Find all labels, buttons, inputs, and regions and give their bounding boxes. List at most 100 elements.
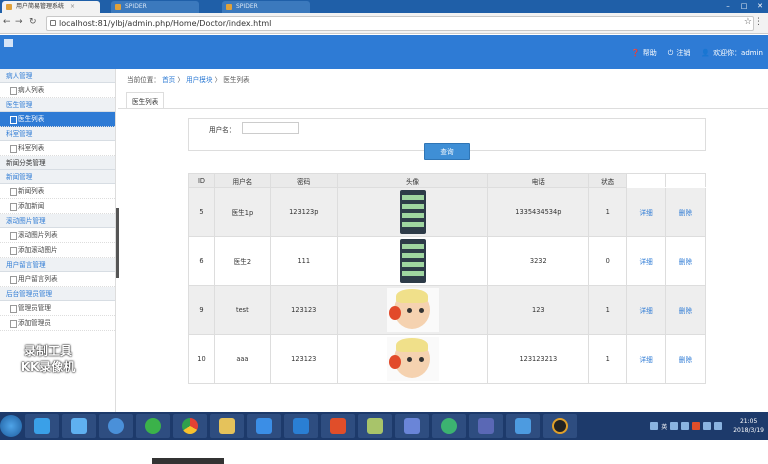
start-button[interactable] <box>0 415 22 437</box>
username-label: 用户名： <box>209 126 236 134</box>
detail-link[interactable]: 详细 <box>640 307 653 315</box>
sidebar-group-patients[interactable]: 病人管理 <box>0 69 115 83</box>
cell-delete: 删除 <box>665 187 706 237</box>
detail-link[interactable]: 详细 <box>640 258 653 266</box>
taskbar-app-1[interactable] <box>25 414 59 438</box>
logout-link[interactable]: ⏻ 注销 <box>668 48 691 58</box>
delete-link[interactable]: 删除 <box>679 258 692 266</box>
sidebar-group-departments[interactable]: 科室管理 <box>0 127 115 141</box>
window-controls: – □ ✕ <box>720 0 768 12</box>
tab-title: SPIDER <box>236 3 258 10</box>
taskbar-php-icon[interactable] <box>469 414 503 438</box>
help-link[interactable]: ❓ 帮助 <box>631 48 657 58</box>
sidebar-group-messages[interactable]: 用户留言管理 <box>0 258 115 272</box>
cell-username: aaa <box>213 334 271 384</box>
bookmark-star-icon[interactable]: ☆ <box>744 17 752 27</box>
taskbar-app-9[interactable] <box>321 414 355 438</box>
tab-doctor-list[interactable]: 医生列表 <box>126 92 165 109</box>
cell-status: 0 <box>588 236 628 286</box>
sidebar-item-add-carousel[interactable]: 添加滚动图片 <box>0 243 115 258</box>
tray-icon[interactable] <box>692 422 701 430</box>
favicon-icon <box>6 4 12 10</box>
network-icon[interactable] <box>703 422 712 430</box>
taskbar-app-3[interactable] <box>99 414 133 438</box>
table-row: 6 医生2 111 3232 0 详细 删除 <box>188 236 706 286</box>
taskbar-recorder-icon[interactable] <box>543 414 577 438</box>
breadcrumb-home-link[interactable]: 首页 <box>162 76 175 84</box>
taskbar-app-11[interactable] <box>395 414 429 438</box>
delete-link[interactable]: 删除 <box>679 356 692 364</box>
delete-link[interactable]: 删除 <box>679 209 692 217</box>
sidebar-group-admins[interactable]: 后台管理员管理 <box>0 287 115 301</box>
volume-icon[interactable] <box>714 422 723 430</box>
browser-tab[interactable]: SPIDER <box>222 1 310 13</box>
taskbar-wechat-icon[interactable] <box>432 414 466 438</box>
taskbar-explorer-icon[interactable] <box>210 414 244 438</box>
recorder-watermark: 录制工具 KK录像机 <box>8 343 88 375</box>
tray-icon[interactable] <box>670 422 679 430</box>
cell-id: 6 <box>188 236 215 286</box>
user-link[interactable]: 👤 欢迎你：admin <box>701 48 763 58</box>
sidebar-item-add-admin[interactable]: 添加管理员 <box>0 316 115 331</box>
sidebar-item-patient-list[interactable]: 病人列表 <box>0 83 115 98</box>
maximize-icon[interactable]: □ <box>736 0 752 12</box>
browser-tab-strip: 用户简易管理系统 × SPIDER SPIDER – □ ✕ <box>0 0 768 13</box>
col-password: 密码 <box>269 173 338 188</box>
taskbar-app-8[interactable] <box>284 414 318 438</box>
detail-link[interactable]: 详细 <box>640 356 653 364</box>
table-row: 9 test 123123 123 1 详细 删除 <box>188 285 706 335</box>
main-content: 当前位置： 首页 〉 用户模块 〉 医生列表 医生列表 用户名： 查询 ID 用… <box>118 69 768 412</box>
browser-menu-icon[interactable]: ⋮ <box>754 17 763 27</box>
back-icon[interactable]: ← <box>3 17 11 27</box>
delete-link[interactable]: 删除 <box>679 307 692 315</box>
app-header: ❓ 帮助 ⏻ 注销 👤 欢迎你：admin <box>0 35 768 69</box>
sidebar-item-add-news[interactable]: 添加新闻 <box>0 199 115 214</box>
breadcrumb-current: 医生列表 <box>223 76 250 84</box>
col-detail <box>626 173 667 188</box>
cell-password: 123123p <box>269 187 338 237</box>
taskbar-clock[interactable]: 21:05 2018/3/19 <box>733 417 764 435</box>
cell-id: 10 <box>188 334 215 384</box>
close-tab-icon[interactable]: × <box>70 3 75 10</box>
taskbar-app-10[interactable] <box>358 414 392 438</box>
tray-icon[interactable] <box>650 422 659 430</box>
taskbar-app-2[interactable] <box>62 414 96 438</box>
col-id: ID <box>188 173 215 188</box>
url-input[interactable]: localhost:81/ylbj/admin.php/Home/Doctor/… <box>46 16 754 31</box>
minimize-icon[interactable]: – <box>720 0 736 12</box>
sidebar-group-news[interactable]: 新闻管理 <box>0 170 115 184</box>
taskbar-app-4[interactable] <box>136 414 170 438</box>
detail-link[interactable]: 详细 <box>640 209 653 217</box>
url-text: localhost:81/ylbj/admin.php/Home/Doctor/… <box>59 19 272 28</box>
sidebar-group-news-categories[interactable]: 新闻分类管理 <box>0 156 115 170</box>
username-search-input[interactable] <box>242 122 299 134</box>
help-icon: ❓ <box>631 49 640 57</box>
reload-icon[interactable]: ↻ <box>29 17 37 27</box>
sidebar-item-admin-manage[interactable]: 管理员管理 <box>0 301 115 316</box>
help-label: 帮助 <box>642 49 657 57</box>
taskbar-app-7[interactable] <box>247 414 281 438</box>
close-window-icon[interactable]: ✕ <box>752 0 768 12</box>
cell-delete: 删除 <box>665 334 706 384</box>
cell-username: 医生2 <box>213 236 271 286</box>
forward-icon[interactable]: → <box>15 17 23 27</box>
taskbar-chrome-icon[interactable] <box>173 414 207 438</box>
ime-indicator[interactable]: 英 <box>661 422 667 431</box>
sidebar-group-carousel[interactable]: 滚动图片管理 <box>0 214 115 228</box>
browser-tab[interactable]: SPIDER <box>111 1 199 13</box>
sidebar-item-news-list[interactable]: 新闻列表 <box>0 184 115 199</box>
sidebar-item-message-list[interactable]: 用户留言列表 <box>0 272 115 287</box>
sidebar-item-carousel-list[interactable]: 滚动图片列表 <box>0 228 115 243</box>
sidebar-item-doctor-list[interactable]: 医生列表 <box>0 112 115 127</box>
breadcrumb-section-link[interactable]: 用户模块 <box>186 76 212 84</box>
logout-icon: ⏻ <box>667 48 674 57</box>
tray-icon[interactable] <box>681 422 690 430</box>
sidebar-item-department-list[interactable]: 科室列表 <box>0 141 115 156</box>
browser-tab-active[interactable]: 用户简易管理系统 × <box>2 1 100 13</box>
tab-title: 用户简易管理系统 <box>16 3 65 10</box>
cell-detail: 详细 <box>626 187 667 237</box>
search-button[interactable]: 查询 <box>424 143 470 160</box>
taskbar-app-14[interactable] <box>506 414 540 438</box>
cell-delete: 删除 <box>665 285 706 335</box>
sidebar-group-doctors[interactable]: 医生管理 <box>0 98 115 112</box>
